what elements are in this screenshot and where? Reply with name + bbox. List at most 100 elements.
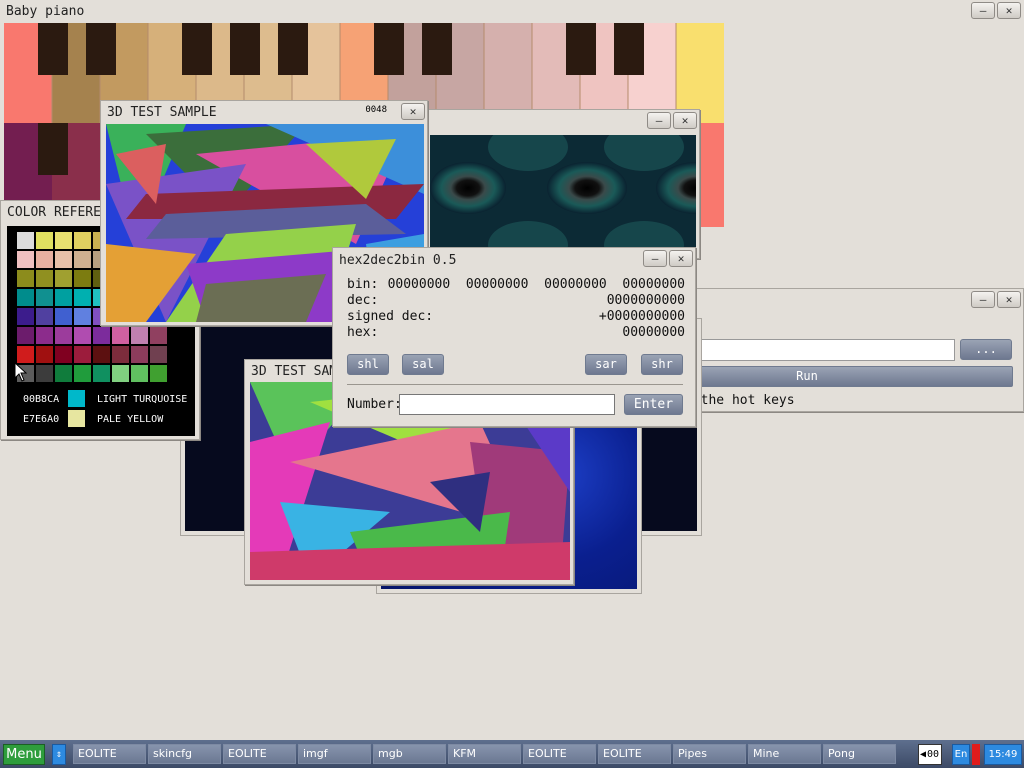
- minimize-icon[interactable]: –: [647, 112, 671, 129]
- color-swatch[interactable]: [74, 289, 91, 306]
- mouse-cursor-icon: [15, 363, 27, 382]
- hex-titlebar[interactable]: hex2dec2bin 0.5 – ✕: [333, 248, 695, 272]
- color-swatch[interactable]: [55, 365, 72, 382]
- color-swatch[interactable]: [112, 327, 129, 344]
- taskbar-item[interactable]: Pipes: [673, 744, 746, 764]
- color-swatch[interactable]: [17, 289, 34, 306]
- color-swatch[interactable]: [131, 327, 148, 344]
- color-swatch[interactable]: [131, 365, 148, 382]
- color-swatch[interactable]: [55, 232, 72, 249]
- taskbar-item[interactable]: mgb: [373, 744, 446, 764]
- selected-color-name-2: PALE YELLOW: [97, 414, 164, 425]
- close-icon[interactable]: ✕: [669, 250, 693, 267]
- pager-left-icon[interactable]: ◀: [920, 745, 926, 764]
- sal-button[interactable]: sal: [402, 354, 444, 375]
- language-indicator[interactable]: En: [952, 744, 970, 765]
- hex-label: hex:: [347, 325, 379, 340]
- enter-button[interactable]: Enter: [624, 394, 683, 415]
- bin-label: bin:: [347, 277, 379, 292]
- color-swatch[interactable]: [17, 327, 34, 344]
- plasma-titlebar[interactable]: – ✕: [425, 110, 699, 132]
- color-swatch[interactable]: [55, 289, 72, 306]
- close-icon[interactable]: ✕: [673, 112, 697, 129]
- sar-button[interactable]: sar: [585, 354, 627, 375]
- color-swatch[interactable]: [17, 308, 34, 325]
- color-swatch[interactable]: [74, 308, 91, 325]
- browse-button[interactable]: ...: [960, 339, 1012, 360]
- hex-title: hex2dec2bin 0.5: [339, 252, 457, 268]
- shl-button[interactable]: shl: [347, 354, 389, 375]
- color-swatch[interactable]: [36, 308, 53, 325]
- taskbar-item[interactable]: EOLITE: [73, 744, 146, 764]
- taskbar-item[interactable]: Pong: [823, 744, 896, 764]
- selected-color-swatch-2: [68, 410, 85, 427]
- fps-counter: 0048: [365, 105, 387, 115]
- color-swatch[interactable]: [74, 346, 91, 363]
- color-swatch[interactable]: [74, 327, 91, 344]
- number-input[interactable]: [399, 394, 615, 415]
- color-swatch[interactable]: [150, 346, 167, 363]
- color-swatch[interactable]: [55, 308, 72, 325]
- hex-value: 00000000: [622, 325, 685, 340]
- color-swatch[interactable]: [36, 270, 53, 287]
- color-swatch[interactable]: [93, 346, 110, 363]
- close-icon[interactable]: ✕: [401, 103, 425, 120]
- taskbar-item[interactable]: EOLITE: [223, 744, 296, 764]
- selected-color-hex-1: 00B8CA: [23, 394, 60, 405]
- color-swatch[interactable]: [17, 232, 34, 249]
- color-swatch[interactable]: [55, 327, 72, 344]
- menu-button[interactable]: Menu: [3, 743, 45, 765]
- close-icon[interactable]: ✕: [997, 2, 1021, 19]
- color-swatch[interactable]: [112, 346, 129, 363]
- piano-titlebar[interactable]: Baby piano – ✕: [0, 0, 1024, 22]
- color-swatch[interactable]: [36, 346, 53, 363]
- color-swatch[interactable]: [17, 346, 34, 363]
- color-swatch[interactable]: [36, 232, 53, 249]
- color-swatch[interactable]: [131, 346, 148, 363]
- taskbar-item[interactable]: Mine: [748, 744, 821, 764]
- clock[interactable]: 15:49: [984, 744, 1022, 765]
- pager[interactable]: ◀ 00: [918, 744, 942, 765]
- switch-icon[interactable]: ⇕: [52, 743, 66, 765]
- color-swatch[interactable]: [17, 270, 34, 287]
- 3d-sample-titlebar-1[interactable]: 3D TEST SAMPLE 0048 ✕: [101, 101, 427, 123]
- taskbar-item[interactable]: EOLITE: [598, 744, 671, 764]
- color-swatch[interactable]: [112, 365, 129, 382]
- number-label: Number:: [347, 397, 402, 412]
- taskbar-item[interactable]: imgf: [298, 744, 371, 764]
- color-swatch[interactable]: [55, 251, 72, 268]
- taskbar-item[interactable]: EOLITE: [523, 744, 596, 764]
- color-swatch[interactable]: [93, 327, 110, 344]
- color-swatch[interactable]: [74, 232, 91, 249]
- color-swatch[interactable]: [74, 270, 91, 287]
- dec-label: dec:: [347, 293, 379, 308]
- color-swatch[interactable]: [74, 251, 91, 268]
- color-swatch[interactable]: [36, 327, 53, 344]
- plasma-canvas: [430, 135, 696, 253]
- close-icon[interactable]: ✕: [997, 291, 1021, 308]
- color-swatch[interactable]: [150, 327, 167, 344]
- color-swatch[interactable]: [36, 251, 53, 268]
- minimize-icon[interactable]: –: [971, 2, 995, 19]
- pager-value: 00: [926, 749, 940, 760]
- colorref-title: COLOR REFERE: [7, 204, 101, 220]
- selected-color-swatch-1: [68, 390, 85, 407]
- shr-button[interactable]: shr: [641, 354, 683, 375]
- alert-indicator: [972, 744, 980, 765]
- plasma-window: – ✕: [424, 109, 700, 259]
- minimize-icon[interactable]: –: [971, 291, 995, 308]
- color-swatch[interactable]: [150, 365, 167, 382]
- taskbar-item[interactable]: skincfg: [148, 744, 221, 764]
- 3d-sample-title-1: 3D TEST SAMPLE: [107, 104, 217, 120]
- color-swatch[interactable]: [93, 365, 110, 382]
- color-swatch[interactable]: [55, 270, 72, 287]
- color-swatch[interactable]: [36, 289, 53, 306]
- color-swatch[interactable]: [74, 365, 91, 382]
- minimize-icon[interactable]: –: [643, 250, 667, 267]
- color-swatch[interactable]: [36, 365, 53, 382]
- taskbar-item[interactable]: KFM: [448, 744, 521, 764]
- hex-divider: [347, 384, 683, 385]
- color-swatch[interactable]: [55, 346, 72, 363]
- selected-color-name-1: LIGHT TURQUOISE: [97, 394, 188, 405]
- color-swatch[interactable]: [17, 251, 34, 268]
